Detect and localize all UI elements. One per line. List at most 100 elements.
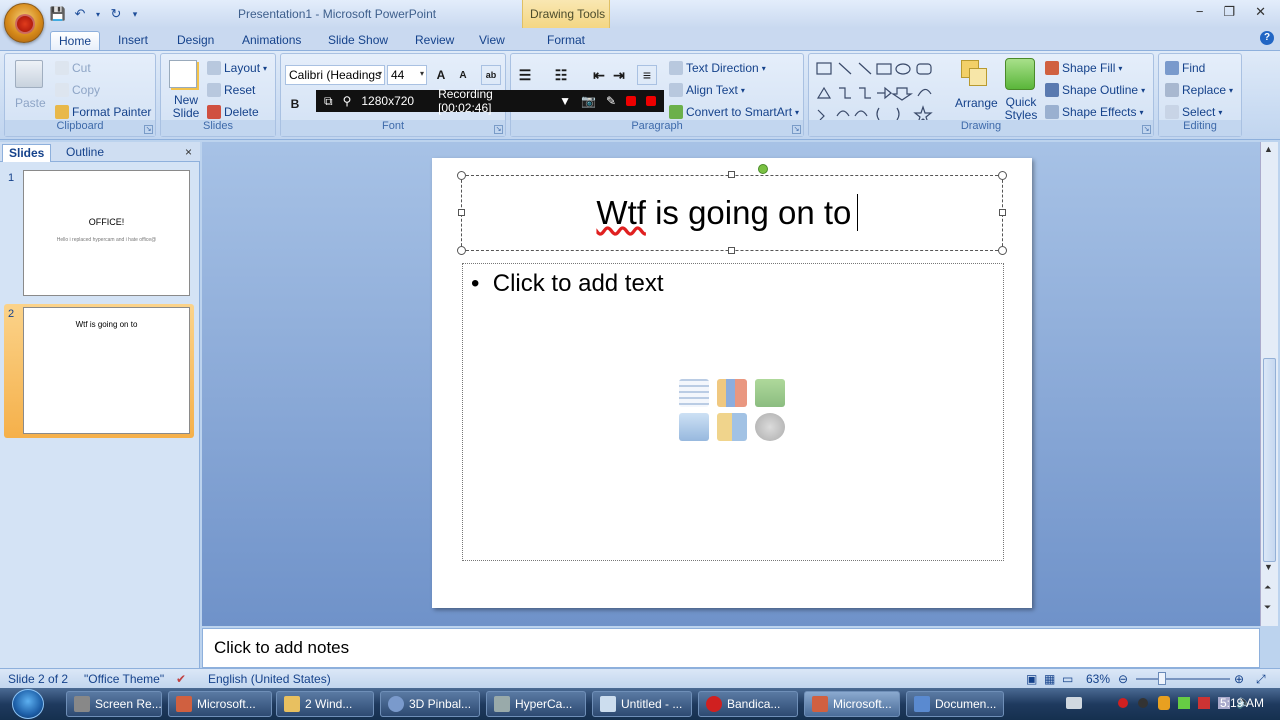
slide-title[interactable]: Wtf is going on to <box>462 194 1002 232</box>
content-placeholder[interactable]: • Click to add text <box>462 263 1004 561</box>
paste-button[interactable]: Paste <box>15 96 46 110</box>
camera-icon[interactable]: 📷 <box>581 94 596 108</box>
shape-outline-button[interactable]: Shape Outline ▾ <box>1045 83 1145 97</box>
undo-dropdown-icon[interactable]: ▾ <box>94 6 102 22</box>
delete-button[interactable]: Delete <box>207 105 259 119</box>
alert-icon[interactable] <box>1198 697 1210 709</box>
record-icon[interactable] <box>1118 698 1128 708</box>
help-icon[interactable]: ? <box>1260 31 1274 45</box>
clock[interactable]: 5:19 AM <box>1220 696 1264 710</box>
taskbar-item[interactable]: 3D Pinbal... <box>380 691 480 717</box>
zoom-level[interactable]: 63% <box>1086 672 1110 686</box>
insert-media-icon[interactable] <box>755 413 785 441</box>
close-icon[interactable]: × <box>185 145 192 159</box>
slide[interactable]: Wtf is going on to • Click to add text <box>432 158 1032 608</box>
slide-sorter-icon[interactable]: ▦ <box>1044 672 1055 686</box>
shape-effects-button[interactable]: Shape Effects ▾ <box>1045 105 1144 119</box>
pause-icon[interactable] <box>626 96 637 106</box>
vertical-scrollbar[interactable]: ▲ ▼ ⏶ ⏷ <box>1260 142 1278 626</box>
normal-view-icon[interactable]: ▣ <box>1026 672 1037 686</box>
zoom-slider[interactable] <box>1136 678 1230 680</box>
previous-slide-icon[interactable]: ⏶ <box>1264 582 1271 593</box>
next-slide-icon[interactable]: ⏷ <box>1264 602 1271 613</box>
office-button[interactable] <box>4 3 44 43</box>
scroll-thumb[interactable] <box>1263 358 1276 562</box>
align-text-button[interactable]: Align Text ▾ <box>669 83 745 97</box>
tab-format[interactable]: Format <box>539 31 593 50</box>
reset-button[interactable]: Reset <box>207 83 255 97</box>
insert-picture-icon[interactable] <box>679 413 709 441</box>
copy-button[interactable]: Copy <box>55 83 100 97</box>
resize-handle[interactable] <box>998 171 1007 180</box>
taskbar-item[interactable]: HyperCa... <box>486 691 586 717</box>
notes-pane[interactable]: Click to add notes <box>202 628 1260 668</box>
shapes-gallery[interactable] <box>815 60 941 122</box>
zoom-in-icon[interactable]: ⊕ <box>1234 672 1244 686</box>
resize-handle[interactable] <box>728 171 735 178</box>
dialog-launcher-icon[interactable]: ↘ <box>494 125 503 134</box>
taskbar-item[interactable]: Screen Re... <box>66 691 162 717</box>
tab-animations[interactable]: Animations <box>234 31 309 50</box>
title-placeholder[interactable]: Wtf is going on to <box>457 164 1007 255</box>
resize-handle[interactable] <box>457 171 466 180</box>
font-size-combo[interactable]: 44 ▾ <box>387 65 427 85</box>
tab-design[interactable]: Design <box>169 31 222 50</box>
resize-handle[interactable] <box>728 247 735 254</box>
taskbar-item-active[interactable]: Microsoft... <box>804 691 900 717</box>
slide-show-icon[interactable]: ▭ <box>1062 672 1073 686</box>
spell-check-icon[interactable]: ✔ <box>176 672 186 686</box>
clear-formatting-icon[interactable]: ab <box>481 65 501 85</box>
shrink-font-icon[interactable]: A <box>453 65 473 85</box>
new-slide-button[interactable]: New Slide <box>171 94 201 120</box>
taskbar-item[interactable]: Bandica... <box>698 691 798 717</box>
zoom-out-icon[interactable]: ⊖ <box>1118 672 1128 686</box>
arrange-button[interactable]: Arrange <box>955 96 998 110</box>
tab-insert[interactable]: Insert <box>110 31 156 50</box>
taskbar-item[interactable]: 2 Wind... <box>276 691 374 717</box>
tab-slide-show[interactable]: Slide Show <box>320 31 396 50</box>
zoom-knob[interactable] <box>1158 672 1167 685</box>
flag-icon[interactable] <box>1178 697 1190 709</box>
fit-to-window-icon[interactable]: ⤢ <box>1256 672 1266 687</box>
find-button[interactable]: Find <box>1165 61 1205 75</box>
shape-fill-button[interactable]: Shape Fill ▾ <box>1045 61 1122 75</box>
minimize-button[interactable]: − <box>1196 4 1204 20</box>
insert-table-icon[interactable] <box>679 379 709 407</box>
insert-clip-art-icon[interactable] <box>717 413 747 441</box>
taskbar-item[interactable]: Documen... <box>906 691 1004 717</box>
numbering-icon[interactable]: ☷ <box>551 65 571 85</box>
resize-handle[interactable] <box>998 246 1007 255</box>
select-button[interactable]: Select ▾ <box>1165 105 1222 119</box>
rotate-handle[interactable] <box>758 164 768 174</box>
bold-button[interactable]: B <box>285 94 305 114</box>
scroll-up-icon[interactable]: ▲ <box>1264 144 1273 154</box>
font-name-combo[interactable]: Calibri (Headings ▾ <box>285 65 385 85</box>
line-spacing-icon[interactable]: ≡ <box>637 65 657 85</box>
redo-icon[interactable]: ↻ <box>108 6 124 22</box>
start-button[interactable] <box>8 688 52 720</box>
magnifier-icon[interactable]: ⚲ <box>343 94 352 108</box>
keyboard-icon[interactable] <box>1066 697 1082 709</box>
dialog-launcher-icon[interactable]: ↘ <box>1142 125 1151 134</box>
triangle-down-icon[interactable]: ▼ <box>559 94 571 108</box>
replace-button[interactable]: Replace ▾ <box>1165 83 1233 97</box>
tab-view[interactable]: View <box>471 31 513 50</box>
grow-font-icon[interactable]: A <box>431 65 451 85</box>
taskbar-item[interactable]: Untitled - ... <box>592 691 692 717</box>
resize-handle[interactable] <box>457 246 466 255</box>
cut-button[interactable]: Cut <box>55 61 91 75</box>
tab-review[interactable]: Review <box>407 31 462 50</box>
restore-button[interactable]: ❐ <box>1223 4 1235 20</box>
layout-button[interactable]: Layout ▾ <box>207 61 267 75</box>
pencil-icon[interactable]: ✎ <box>606 94 616 108</box>
window-icon[interactable]: ⧉ <box>324 94 333 109</box>
tab-home[interactable]: Home <box>50 31 100 50</box>
slide-thumbnail-2[interactable]: 2 Wtf is going on to <box>4 304 194 438</box>
dialog-launcher-icon[interactable]: ↘ <box>144 125 153 134</box>
tab-outline[interactable]: Outline <box>60 144 110 162</box>
close-button[interactable]: ✕ <box>1255 4 1266 20</box>
shield-icon[interactable] <box>1158 696 1170 710</box>
insert-chart-icon[interactable] <box>717 379 747 407</box>
language[interactable]: English (United States) <box>208 672 331 686</box>
increase-indent-icon[interactable]: ⇥ <box>609 65 629 85</box>
